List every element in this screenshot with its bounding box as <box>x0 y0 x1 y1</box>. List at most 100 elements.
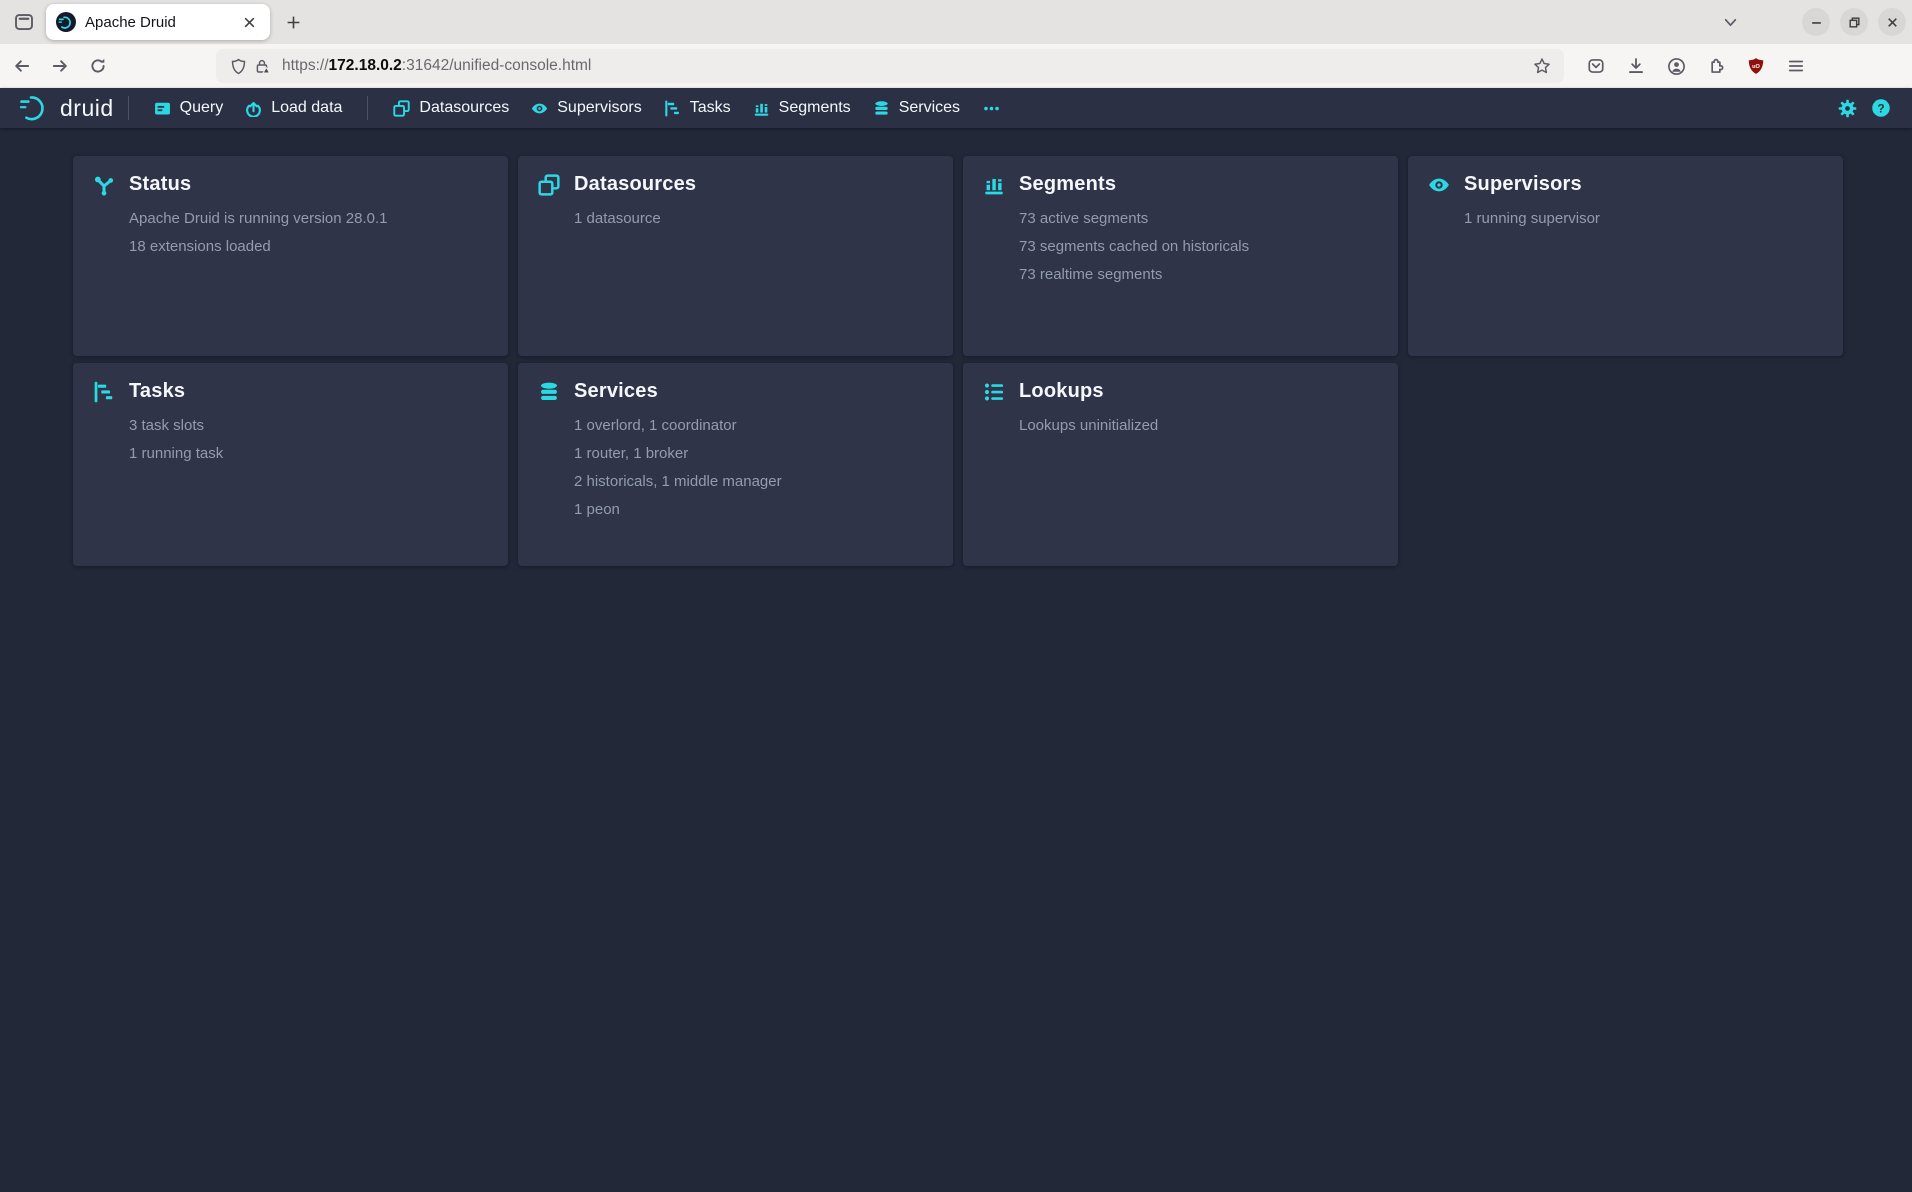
nav-item-services[interactable]: Services <box>862 88 971 128</box>
nav-item-label: Supervisors <box>557 99 641 117</box>
pocket-button[interactable] <box>1580 50 1612 82</box>
restore-icon <box>1848 16 1861 29</box>
help-button[interactable]: ? <box>1864 91 1898 125</box>
nav-item-datasources[interactable]: Datasources <box>382 88 520 128</box>
nav-item-label: Datasources <box>419 99 509 117</box>
card-services[interactable]: Services 1 overlord, 1 coordinator 1 rou… <box>518 363 953 566</box>
tracking-protection-shield-icon[interactable] <box>226 54 250 78</box>
database-icon <box>873 100 890 117</box>
close-icon <box>1886 16 1899 29</box>
card-datasources[interactable]: Datasources 1 datasource <box>518 156 953 356</box>
druid-navbar: druid Query Load data Datasources <box>0 88 1912 128</box>
card-tasks[interactable]: Tasks 3 task slots 1 running task <box>73 363 508 566</box>
card-line: 73 realtime segments <box>1019 261 1378 289</box>
new-tab-button[interactable] <box>278 7 308 37</box>
plus-icon <box>286 15 301 30</box>
chevron-down-icon <box>1723 15 1738 30</box>
card-title: Tasks <box>129 380 185 403</box>
card-title: Services <box>574 380 658 403</box>
nav-item-supervisors[interactable]: Supervisors <box>520 88 652 128</box>
extensions-button[interactable] <box>1700 50 1732 82</box>
browser-titlebar: Apache Druid <box>0 0 1912 44</box>
svg-text:?: ? <box>1877 101 1884 115</box>
card-title: Datasources <box>574 173 696 196</box>
card-line: 2 historicals, 1 middle manager <box>574 468 933 496</box>
url-host: 172.18.0.2 <box>329 57 402 74</box>
home-view: Status Apache Druid is running version 2… <box>0 128 1912 566</box>
reload-icon <box>89 57 107 75</box>
svg-text:uO: uO <box>1752 64 1760 70</box>
card-line: Lookups uninitialized <box>1019 412 1378 440</box>
console-icon <box>154 100 171 117</box>
more-dots-icon <box>983 100 1000 117</box>
settings-button[interactable] <box>1830 91 1864 125</box>
druid-logo[interactable]: druid <box>18 93 114 123</box>
download-icon <box>1627 57 1645 75</box>
ublock-shield-icon: uO <box>1747 57 1765 75</box>
reload-button[interactable] <box>82 50 114 82</box>
upload-icon <box>245 100 262 117</box>
ublock-button[interactable]: uO <box>1740 50 1772 82</box>
downloads-button[interactable] <box>1620 50 1652 82</box>
graph-icon <box>93 174 115 196</box>
firefox-view-icon <box>14 12 34 32</box>
navbar-divider <box>367 96 368 120</box>
list-all-tabs-button[interactable] <box>1716 8 1744 36</box>
nav-item-label: Query <box>180 99 224 117</box>
nav-item-segments[interactable]: Segments <box>742 88 862 128</box>
eye-icon <box>531 100 548 117</box>
browser-window: Apache Druid <box>0 0 1912 1192</box>
nav-item-label: Tasks <box>690 99 731 117</box>
back-button[interactable] <box>6 50 38 82</box>
multi-select-icon <box>393 100 410 117</box>
nav-item-query[interactable]: Query <box>143 88 235 128</box>
navbar-divider <box>128 96 129 120</box>
tab-close-button[interactable] <box>238 11 260 33</box>
card-title: Segments <box>1019 173 1116 196</box>
card-title: Supervisors <box>1464 173 1582 196</box>
lock-warning-icon[interactable] <box>250 54 274 78</box>
back-icon <box>13 57 31 75</box>
window-close-button[interactable] <box>1878 8 1906 36</box>
eye-icon <box>1428 174 1450 196</box>
multi-select-icon <box>538 174 560 196</box>
firefox-view-button[interactable] <box>8 6 40 38</box>
card-line: 3 task slots <box>129 412 488 440</box>
card-line: 18 extensions loaded <box>129 233 488 261</box>
card-line: 1 running supervisor <box>1464 205 1823 233</box>
gantt-icon <box>664 100 681 117</box>
bookmark-star-icon[interactable] <box>1530 54 1554 78</box>
bar-chart-icon <box>753 100 770 117</box>
properties-list-icon <box>983 381 1005 403</box>
tab-title: Apache Druid <box>85 14 238 31</box>
nav-item-label: Services <box>899 99 960 117</box>
card-line: 1 router, 1 broker <box>574 440 933 468</box>
nav-more-button[interactable] <box>971 88 1012 128</box>
nav-item-tasks[interactable]: Tasks <box>653 88 742 128</box>
url-bar[interactable]: https://172.18.0.2:31642/unified-console… <box>216 49 1564 83</box>
browser-tab[interactable]: Apache Druid <box>46 4 270 40</box>
window-minimize-button[interactable] <box>1802 8 1830 36</box>
card-line: 73 active segments <box>1019 205 1378 233</box>
gantt-icon <box>93 381 115 403</box>
card-segments[interactable]: Segments 73 active segments 73 segments … <box>963 156 1398 356</box>
help-icon: ? <box>1871 98 1891 118</box>
card-line: 1 peon <box>574 496 933 524</box>
extensions-puzzle-icon <box>1707 57 1725 75</box>
card-supervisors[interactable]: Supervisors 1 running supervisor <box>1408 156 1843 356</box>
database-icon <box>538 381 560 403</box>
card-lookups[interactable]: Lookups Lookups uninitialized <box>963 363 1398 566</box>
hamburger-icon <box>1787 57 1805 75</box>
forward-button[interactable] <box>44 50 76 82</box>
minimize-icon <box>1810 16 1823 29</box>
window-restore-button[interactable] <box>1840 8 1868 36</box>
brand-wordmark: druid <box>60 95 114 122</box>
account-button[interactable] <box>1660 50 1692 82</box>
nav-item-load-data[interactable]: Load data <box>234 88 353 128</box>
bar-chart-icon <box>983 174 1005 196</box>
menu-button[interactable] <box>1780 50 1812 82</box>
card-line: 73 segments cached on historicals <box>1019 233 1378 261</box>
card-status[interactable]: Status Apache Druid is running version 2… <box>73 156 508 356</box>
druid-logo-icon <box>18 93 52 123</box>
card-line: 1 overlord, 1 coordinator <box>574 412 933 440</box>
